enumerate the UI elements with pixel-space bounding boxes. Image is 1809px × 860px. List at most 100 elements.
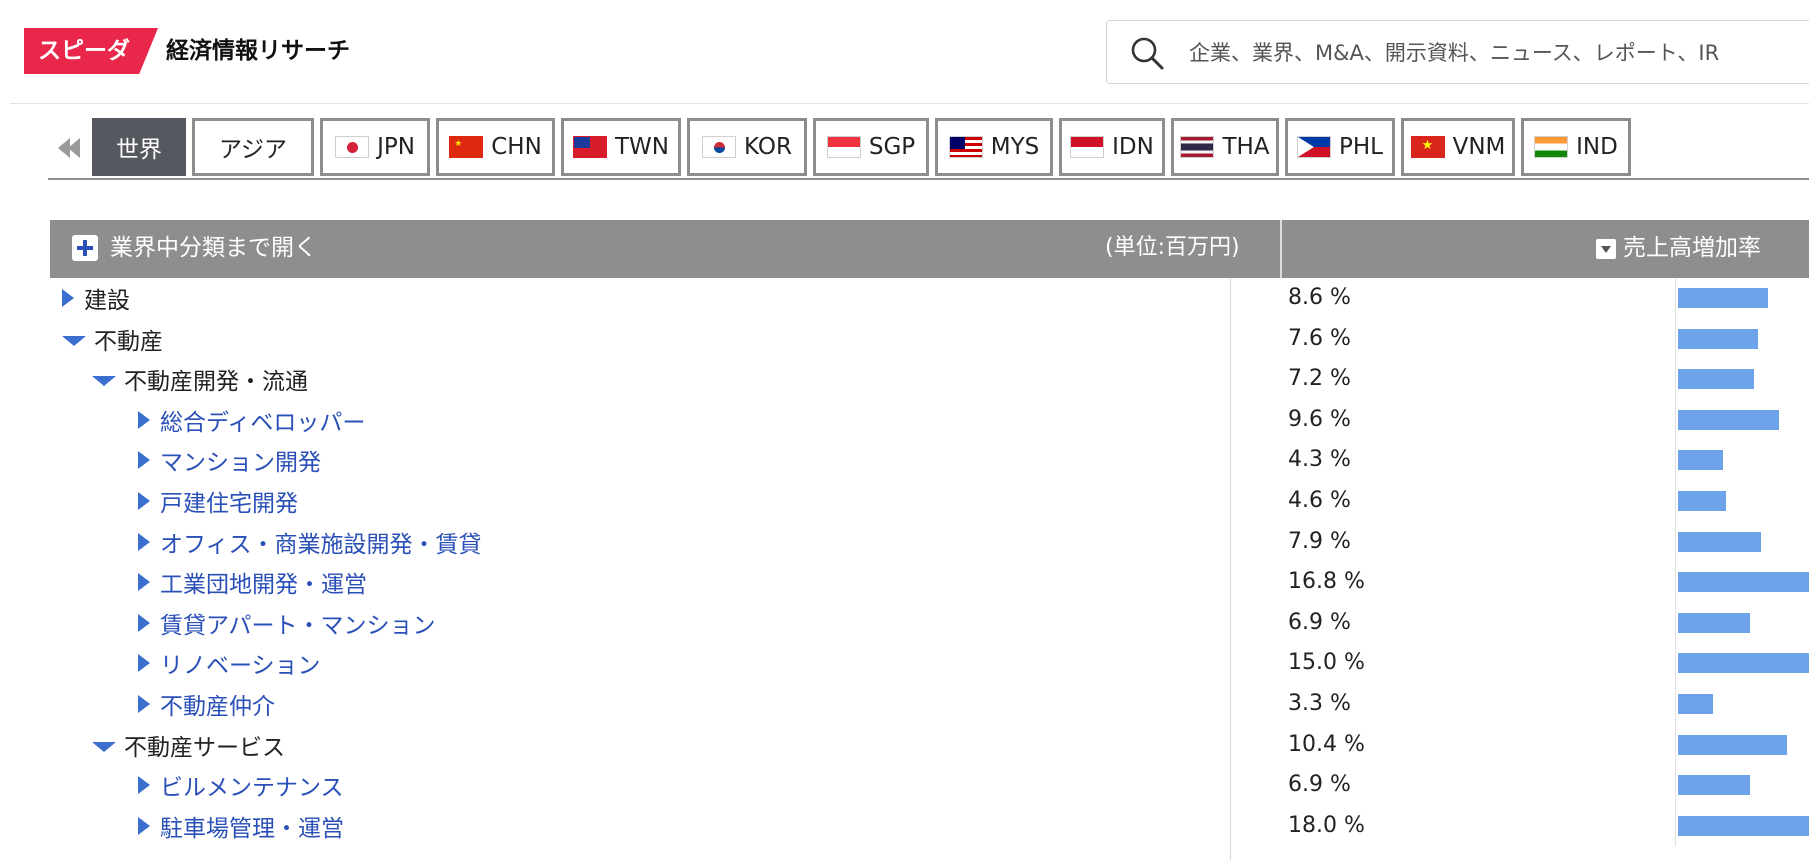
bar-axis bbox=[1675, 643, 1676, 684]
collapse-down-icon[interactable] bbox=[92, 741, 116, 752]
row-value: 6.9 % bbox=[1288, 772, 1351, 798]
row-toggle[interactable]: 不動産サービス bbox=[92, 725, 285, 765]
bar-axis bbox=[1675, 562, 1676, 603]
growth-bar bbox=[1678, 328, 1758, 349]
growth-bar bbox=[1678, 815, 1809, 836]
row-label[interactable]: 総合ディベロッパー bbox=[160, 403, 365, 437]
row-label[interactable]: 駐車場管理・運営 bbox=[160, 809, 344, 843]
table-row: 不動産サービス 10.4 % bbox=[50, 724, 1809, 766]
expand-right-icon[interactable] bbox=[138, 451, 150, 470]
logo-badge[interactable]: スピーダ bbox=[24, 28, 158, 74]
row-label[interactable]: オフィス・商業施設開発・賃貸 bbox=[160, 525, 482, 559]
row-label[interactable]: 賃貸アパート・マンション bbox=[160, 606, 436, 640]
sort-column-header[interactable]: 売上高増加率 bbox=[1623, 232, 1761, 264]
malaysia-flag-icon bbox=[948, 136, 983, 158]
tab-mys[interactable]: MYS bbox=[934, 117, 1054, 177]
bar-axis bbox=[1675, 602, 1676, 644]
row-value: 7.2 % bbox=[1288, 366, 1351, 392]
bar-axis bbox=[1675, 440, 1676, 481]
plus-icon[interactable] bbox=[72, 235, 98, 261]
table-row: 賃貸アパート・マンション 6.9 % bbox=[50, 602, 1809, 644]
row-link[interactable]: 駐車場管理・運営 bbox=[138, 806, 344, 846]
expand-right-icon[interactable] bbox=[62, 289, 74, 307]
expand-right-icon[interactable] bbox=[138, 694, 150, 713]
row-value: 18.0 % bbox=[1288, 812, 1365, 838]
row-label[interactable]: 不動産仲介 bbox=[160, 687, 275, 721]
expand-right-icon[interactable] bbox=[138, 573, 150, 592]
tab-asia[interactable]: アジア bbox=[191, 117, 315, 177]
tab-tha[interactable]: THA bbox=[1170, 117, 1280, 177]
row-label[interactable]: マンション開発 bbox=[160, 443, 321, 477]
growth-bar bbox=[1678, 409, 1779, 430]
tab-label: SGP bbox=[868, 134, 916, 160]
row-value: 4.3 % bbox=[1288, 447, 1351, 473]
row-link[interactable]: ビルメンテナンス bbox=[138, 765, 344, 805]
tab-label: IDN bbox=[1112, 134, 1154, 160]
tab-sgp[interactable]: SGP bbox=[812, 117, 930, 177]
tab-chn[interactable]: ★ CHN bbox=[435, 117, 556, 177]
tab-world[interactable]: 世界 bbox=[91, 117, 187, 177]
scroll-left-icon[interactable] bbox=[48, 132, 90, 164]
expand-all-link[interactable]: 業界中分類まで開く bbox=[110, 232, 317, 264]
bar-axis bbox=[1675, 318, 1676, 360]
row-toggle[interactable]: 不動産開発・流通 bbox=[92, 359, 308, 399]
app-title[interactable]: 経済情報リサーチ bbox=[166, 34, 350, 68]
tab-idn[interactable]: IDN bbox=[1058, 117, 1166, 177]
row-link[interactable]: リノベーション bbox=[138, 643, 321, 683]
sort-dropdown-icon[interactable] bbox=[1596, 239, 1616, 259]
expand-right-icon[interactable] bbox=[138, 410, 150, 429]
singapore-flag-icon bbox=[826, 136, 861, 158]
tab-phl[interactable]: PHL bbox=[1284, 117, 1396, 177]
header-divider bbox=[10, 103, 1809, 104]
growth-bar bbox=[1678, 288, 1769, 308]
search-box[interactable] bbox=[1106, 20, 1809, 85]
expand-right-icon[interactable] bbox=[138, 816, 150, 835]
tab-jpn[interactable]: JPN bbox=[319, 117, 431, 177]
row-link[interactable]: 工業団地開発・運営 bbox=[138, 562, 367, 602]
collapse-down-icon[interactable] bbox=[92, 376, 116, 387]
expand-right-icon[interactable] bbox=[138, 613, 150, 632]
row-label: 不動産サービス bbox=[124, 734, 285, 761]
row-toggle[interactable]: 建設 bbox=[62, 278, 130, 318]
tab-label: TWN bbox=[615, 134, 669, 160]
row-label[interactable]: 工業団地開発・運営 bbox=[160, 565, 367, 599]
row-value: 15.0 % bbox=[1288, 650, 1365, 676]
collapse-down-icon[interactable] bbox=[62, 335, 86, 346]
table-row: マンション開発 4.3 % bbox=[50, 440, 1809, 481]
row-value: 6.9 % bbox=[1288, 609, 1351, 635]
row-label[interactable]: ビルメンテナンス bbox=[160, 768, 344, 802]
table-row: 戸建住宅開発 4.6 % bbox=[50, 480, 1809, 522]
row-label: 不動産開発・流通 bbox=[124, 369, 308, 396]
row-link[interactable]: 不動産仲介 bbox=[138, 684, 275, 724]
expand-right-icon[interactable] bbox=[138, 532, 150, 551]
bar-axis bbox=[1675, 683, 1676, 725]
expand-right-icon[interactable] bbox=[138, 776, 150, 795]
row-label: 建設 bbox=[84, 288, 130, 314]
table-row: 不動産開発・流通 7.2 % bbox=[50, 359, 1809, 400]
tab-label: JPN bbox=[377, 134, 415, 160]
table-row: 建設 8.6 % bbox=[50, 278, 1809, 319]
search-icon[interactable] bbox=[1129, 35, 1165, 71]
tab-twn[interactable]: TWN bbox=[560, 117, 682, 177]
search-input[interactable] bbox=[1187, 21, 1809, 85]
expand-right-icon[interactable] bbox=[138, 654, 150, 673]
row-value: 7.6 % bbox=[1288, 325, 1351, 351]
table-row: オフィス・商業施設開発・賃貸 7.9 % bbox=[50, 521, 1809, 563]
row-link[interactable]: 戸建住宅開発 bbox=[138, 481, 298, 521]
tab-kor[interactable]: KOR bbox=[686, 117, 808, 177]
tab-vnm[interactable]: ★ VNM bbox=[1400, 117, 1516, 177]
row-label[interactable]: 戸建住宅開発 bbox=[160, 484, 298, 518]
row-toggle[interactable]: 不動産 bbox=[62, 319, 163, 359]
row-label[interactable]: リノベーション bbox=[160, 646, 321, 680]
tab-ind[interactable]: IND bbox=[1520, 117, 1632, 177]
table-row: リノベーション 15.0 % bbox=[50, 643, 1809, 684]
row-link[interactable]: 賃貸アパート・マンション bbox=[138, 603, 436, 643]
row-label: 不動産 bbox=[94, 328, 163, 355]
row-link[interactable]: オフィス・商業施設開発・賃貸 bbox=[138, 522, 482, 562]
row-link[interactable]: マンション開発 bbox=[138, 440, 321, 480]
row-link[interactable]: 総合ディベロッパー bbox=[138, 400, 365, 440]
row-value: 10.4 % bbox=[1288, 731, 1365, 757]
expand-right-icon[interactable] bbox=[138, 491, 150, 510]
bar-axis bbox=[1675, 399, 1676, 441]
growth-bar bbox=[1678, 612, 1751, 633]
